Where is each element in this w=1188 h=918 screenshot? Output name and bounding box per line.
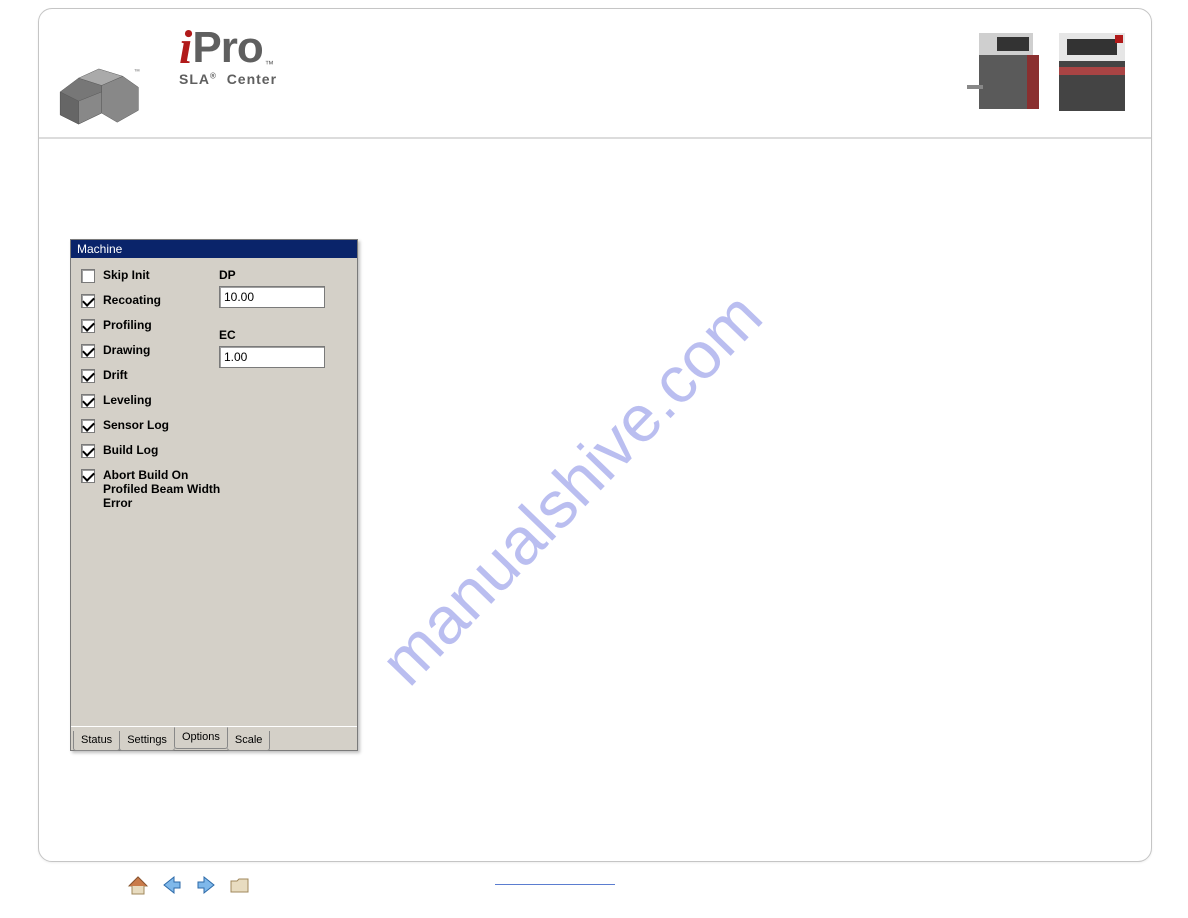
check-label: Build Log [103,443,158,457]
checkbox-icon[interactable] [81,394,95,408]
dp-field-group: DP [219,268,339,308]
checkbox-icon[interactable] [81,294,95,308]
logo-3ds-icon: ™ [51,59,143,134]
machine-illustration [967,27,1137,121]
svg-text:manualshive.com: manualshive.com [366,278,776,699]
ec-field-group: EC [219,328,339,368]
panel-body: Skip Init Recoating Profiling Drawing Dr… [71,258,357,728]
checkbox-icon[interactable] [81,319,95,333]
svg-text:™: ™ [134,69,140,76]
brand-i: i [179,27,192,69]
header: ™ iPro™ SLA® Center [39,9,1151,139]
page-frame: ™ iPro™ SLA® Center [38,8,1152,862]
brand-subtitle: SLA® Center [179,71,277,87]
tab-status[interactable]: Status [73,731,120,751]
home-button[interactable] [124,873,152,897]
panel-title: Machine [71,240,357,258]
bottom-toolbar [124,873,254,897]
ec-label: EC [219,328,339,342]
brand-pro: Pro [192,27,262,69]
folder-button[interactable] [226,873,254,897]
watermark: manualshive.com [349,169,909,769]
dp-label: DP [219,268,339,282]
field-column: DP EC [219,268,339,384]
ec-input[interactable] [219,346,325,368]
checkbox-icon[interactable] [81,369,95,383]
check-sensor-log[interactable]: Sensor Log [81,418,231,433]
back-button[interactable] [158,873,186,897]
check-drawing[interactable]: Drawing [81,343,231,358]
check-label: Drawing [103,343,150,357]
check-leveling[interactable]: Leveling [81,393,231,408]
bottom-link[interactable] [495,884,615,885]
check-skip-init[interactable]: Skip Init [81,268,231,283]
checkbox-icon[interactable] [81,269,95,283]
machine-panel: Machine Skip Init Recoating Profiling Dr [70,239,358,751]
dp-input[interactable] [219,286,325,308]
check-profiling[interactable]: Profiling [81,318,231,333]
check-label: Leveling [103,393,152,407]
checkbox-icon[interactable] [81,469,95,483]
brand-logo: iPro™ SLA® Center [179,27,277,87]
check-label: Recoating [103,293,161,307]
check-build-log[interactable]: Build Log [81,443,231,458]
checkbox-icon[interactable] [81,419,95,433]
checkbox-column: Skip Init Recoating Profiling Drawing Dr… [81,268,231,520]
forward-button[interactable] [192,873,220,897]
check-label: Drift [103,368,128,382]
tab-settings[interactable]: Settings [119,731,175,751]
check-drift[interactable]: Drift [81,368,231,383]
check-label: Abort Build On Profiled Beam Width Error [103,468,231,510]
check-abort-build[interactable]: Abort Build On Profiled Beam Width Error [81,468,231,510]
checkbox-icon[interactable] [81,444,95,458]
check-recoating[interactable]: Recoating [81,293,231,308]
tab-options[interactable]: Options [174,727,228,749]
check-label: Sensor Log [103,418,169,432]
tabs-bar: Status Settings Options Scale [71,726,357,750]
tab-scale[interactable]: Scale [227,731,271,751]
brand-tm: ™ [265,59,274,69]
check-label: Profiling [103,318,152,332]
check-label: Skip Init [103,268,150,282]
checkbox-icon[interactable] [81,344,95,358]
